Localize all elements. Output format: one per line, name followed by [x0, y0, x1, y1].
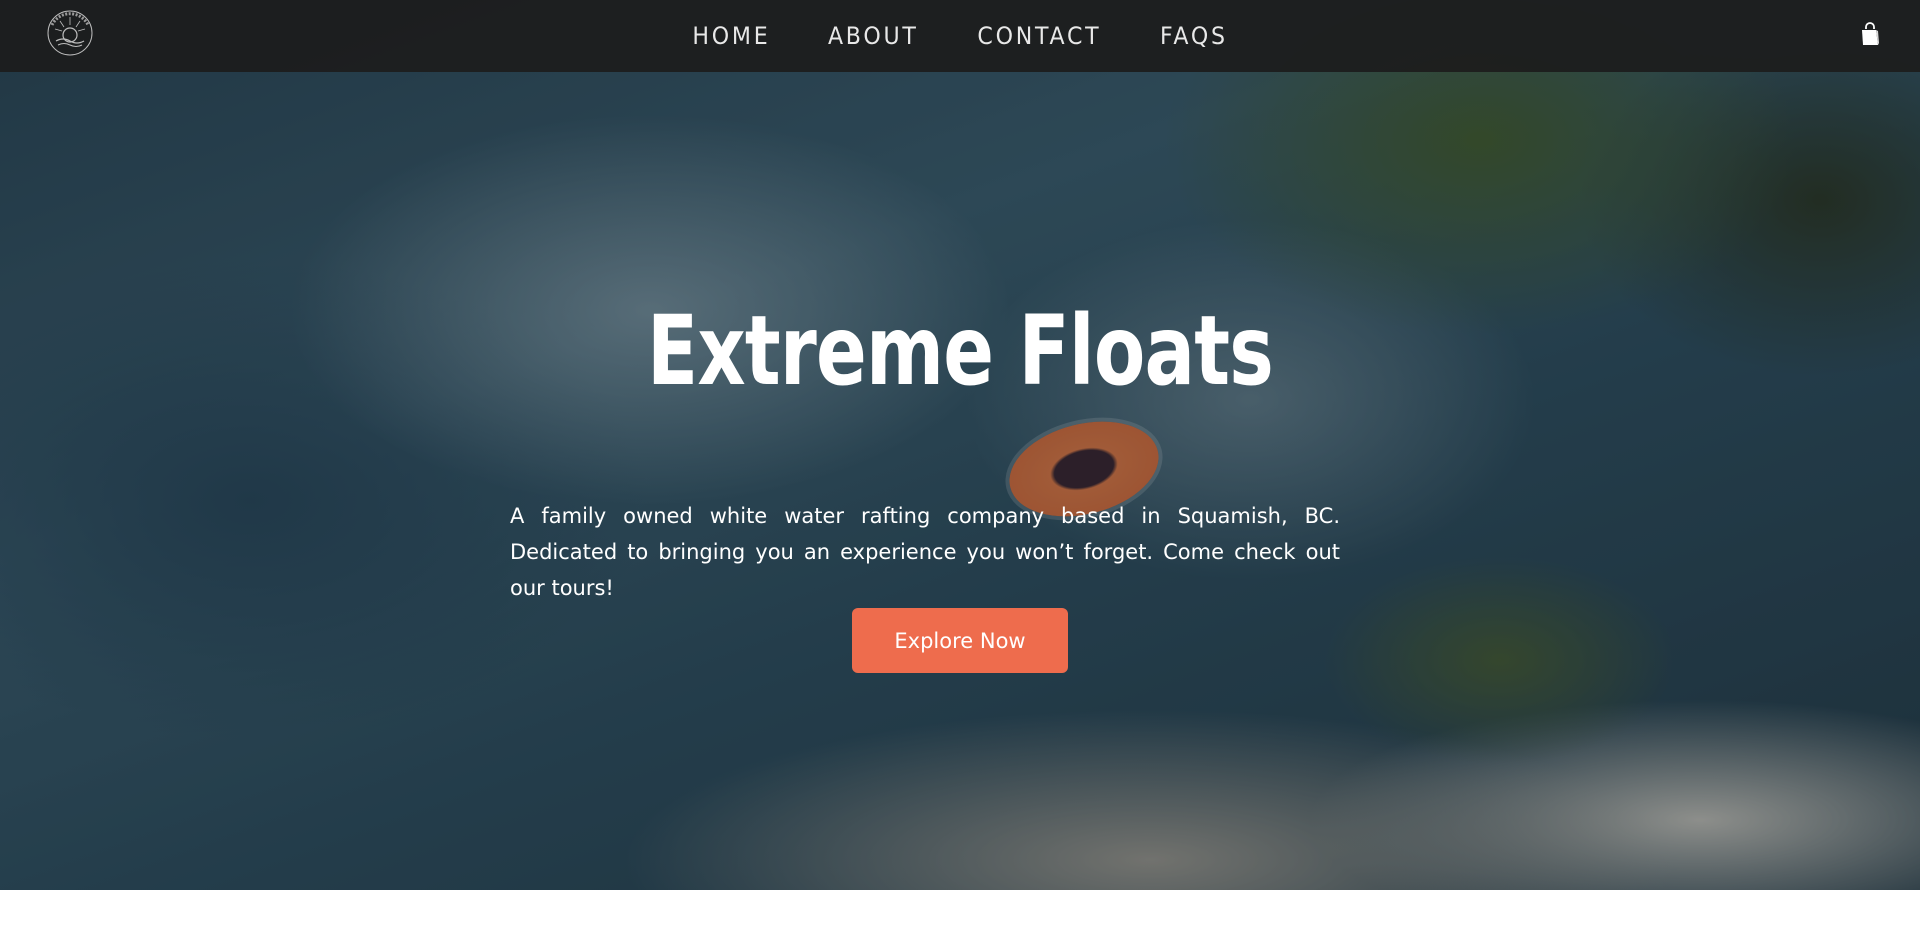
hero-section: Extreme Floats A family owned white wate… — [0, 0, 1920, 890]
explore-now-button[interactable]: Explore Now — [852, 608, 1068, 673]
hero-description: A family owned white water rafting compa… — [510, 504, 1340, 600]
hero-title: Extreme Floats — [646, 295, 1274, 407]
